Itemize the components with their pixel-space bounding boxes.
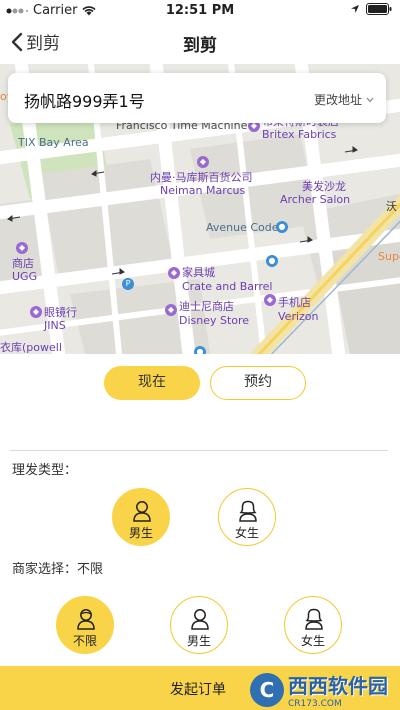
map-label-neiman: Neiman Marcus [160, 184, 246, 197]
map-label-disney-cn: 迪士尼商店 [179, 300, 234, 313]
divider [10, 450, 388, 451]
watermark-text-group: 西西软件园 CR173.COM [288, 670, 388, 709]
map-label-crate-cn: 家具城 [182, 266, 215, 279]
map-label-archer: Archer Salon [280, 193, 351, 206]
address-text: 扬帆路999弄1号 [24, 92, 145, 111]
mode-toggle: 现在 预约 [0, 366, 400, 402]
map-label-jins-cn: 眼镜行 [44, 306, 77, 319]
map-label-crate: Crate and Barrel [182, 280, 273, 293]
map-label-ugg: UGG [12, 270, 38, 283]
submit-order-button[interactable]: 发起订单 C 西西软件园 CR173.COM [0, 666, 400, 710]
haircut-male-label: 男生 [128, 526, 153, 540]
chevron-left-icon [11, 32, 23, 51]
watermark-sub: CR173.COM [288, 699, 342, 709]
page-title: 到剪 [183, 36, 217, 56]
location-arrow-icon [351, 5, 359, 13]
merchant-label: 商家选择：不限 [12, 562, 104, 577]
shop-pin-icon[interactable]: ◆ [16, 242, 28, 254]
mode-reserve-button[interactable]: 预约 [210, 366, 306, 400]
shop-pin-icon[interactable]: ◆ [30, 306, 42, 318]
map-label-neiman-cn: 内曼·马库斯百货公司 [150, 171, 253, 184]
map-label-salon-cn: 美发沙龙 [302, 180, 346, 193]
haircut-female-option[interactable]: 女生 [218, 488, 276, 546]
shop-pin-icon[interactable]: ◆ [264, 294, 276, 306]
map-label-edge: 沃 [386, 200, 397, 213]
map-label-avenue-code: Avenue Code [206, 221, 279, 234]
map-label-uniqlo-partial: 衣库(powell [0, 341, 62, 354]
shop-pin-icon[interactable]: ◆ [197, 156, 209, 168]
female-person-icon [239, 500, 257, 522]
merchant-male-option[interactable]: 男生 [170, 596, 228, 654]
unisex-person-icon [77, 609, 95, 630]
chevron-down-icon [366, 97, 374, 102]
watermark-logo-icon: C [250, 672, 284, 707]
haircut-type-label: 理发类型： [12, 463, 78, 478]
address-card[interactable]: 扬帆路999弄1号 更改地址 [8, 73, 386, 123]
map-label-super-partial: Supe [378, 250, 400, 263]
back-button[interactable]: 到剪 [10, 29, 60, 54]
shop-pin-icon[interactable]: ◆ [168, 267, 180, 279]
status-bar: Carrier 12:51 PM [0, 0, 400, 20]
watermark: C 西西软件园 CR173.COM [250, 670, 388, 709]
merchant-male-label: 男生 [186, 634, 211, 648]
female-person-icon [305, 608, 323, 630]
status-right [350, 3, 392, 15]
haircut-male-option[interactable]: 男生 [112, 488, 170, 546]
map-label-verizon-cn: 手机店 [278, 296, 311, 309]
male-person-icon [191, 609, 209, 630]
haircut-female-label: 女生 [234, 526, 259, 540]
status-time: 12:51 PM [165, 3, 235, 18]
back-label: 到剪 [26, 34, 60, 54]
watermark-text: 西西软件园 [288, 674, 388, 698]
merchant-female-label: 女生 [300, 634, 325, 648]
navigation-bar: 到剪 到剪 [0, 20, 400, 64]
transit-pin-icon[interactable]: ● [266, 255, 278, 267]
parking-icon[interactable]: P [122, 278, 134, 290]
shop-pin-icon[interactable]: ◆ [165, 304, 177, 316]
map-label-verizon: Verizon [278, 310, 319, 323]
change-address-label: 更改地址 [313, 93, 362, 107]
merchant-any-option[interactable]: 不限 [56, 596, 114, 654]
map-label-britex: Britex Fabrics [262, 128, 337, 141]
submit-order-label: 发起订单 [170, 682, 226, 698]
male-person-icon [133, 501, 151, 522]
mode-now-button[interactable]: 现在 [104, 366, 200, 400]
map-label-tix: TIX Bay Area [18, 136, 89, 149]
change-address-button[interactable]: 更改地址 [314, 91, 374, 108]
battery-icon [366, 3, 392, 15]
info-pin-icon[interactable]: ● [276, 221, 288, 233]
merchant-any-label: 不限 [72, 634, 97, 648]
map-label-jins: JINS [44, 319, 66, 332]
map-label-disney: Disney Store [179, 314, 250, 327]
merchant-female-option[interactable]: 女生 [284, 596, 342, 654]
location-pin-icon[interactable]: ● [194, 346, 206, 354]
map-label-shop-cn: 商店 [12, 257, 34, 270]
